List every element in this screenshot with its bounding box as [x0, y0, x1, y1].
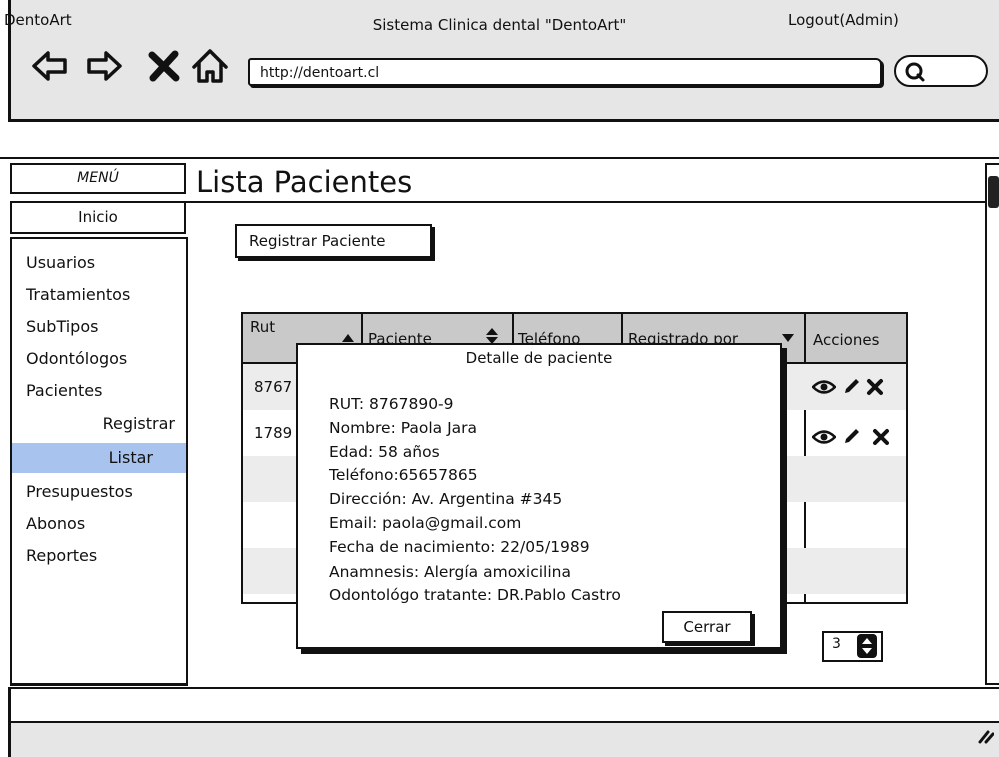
sort-toggle-icon[interactable] [486, 328, 498, 344]
detail-direccion: Dirección: Av. Argentina #345 [329, 490, 563, 508]
forward-arrow-icon[interactable] [84, 46, 124, 86]
detail-edad: Edad: 58 años [329, 443, 440, 461]
detail-fecha-nacimiento: Fecha de nacimiento: 22/05/1989 [329, 538, 590, 556]
page-title: Lista Pacientes [196, 165, 413, 199]
brand-label: DentoArt [4, 11, 72, 29]
sidebar-item-subtipos[interactable]: SubTipos [26, 314, 98, 340]
sidebar-item-registrar[interactable]: Registrar [30, 411, 177, 437]
sidebar-item-listar[interactable]: Listar [30, 445, 177, 471]
title-divider [186, 201, 986, 203]
view-eye-icon[interactable] [812, 378, 836, 396]
detail-telefono: Teléfono:65657865 [329, 466, 478, 484]
status-bar [8, 687, 999, 721]
detail-odontologo: Odontológo tratante: DR.Pablo Castro [329, 586, 621, 604]
column-header-rut[interactable]: Rut [250, 318, 275, 336]
register-patient-button[interactable]: Registrar Paciente [235, 224, 432, 258]
logout-link[interactable]: Logout(Admin) [788, 11, 899, 29]
page-stepper-value: 3 [832, 636, 841, 652]
home-icon[interactable] [190, 46, 230, 86]
stepper-arrows-icon[interactable] [857, 634, 877, 658]
menu-header: MENÚ [10, 163, 186, 194]
search-field[interactable] [894, 55, 988, 87]
search-icon [905, 62, 925, 82]
delete-x-icon[interactable] [866, 378, 884, 396]
sidebar-item-tratamientos[interactable]: Tratamientos [26, 282, 130, 308]
scrollbar-thumb[interactable] [988, 176, 999, 208]
sidebar-item-odontologos[interactable]: Odontólogos [26, 346, 127, 372]
sidebar-item-abonos[interactable]: Abonos [26, 511, 85, 537]
sort-up-icon[interactable] [342, 334, 354, 342]
delete-x-icon[interactable] [872, 428, 890, 446]
vertical-scrollbar[interactable] [985, 163, 999, 685]
modal-title: Detalle de paciente [465, 349, 613, 367]
cell-rut: 1789 [254, 424, 293, 442]
sidebar-item-reportes[interactable]: Reportes [26, 543, 97, 569]
edit-pencil-icon[interactable] [842, 426, 862, 446]
sidebar-item-usuarios[interactable]: Usuarios [26, 250, 95, 276]
close-button[interactable]: Cerrar [662, 611, 752, 643]
url-input[interactable]: http://dentoart.cl [248, 58, 882, 86]
detail-email: Email: paola@gmail.com [329, 514, 522, 532]
resize-grip-icon[interactable] [976, 726, 994, 744]
cell-rut: 8767 [254, 378, 293, 396]
browser-footer [8, 721, 999, 757]
app-topbar [0, 122, 999, 159]
detail-anamnesis: Anamnesis: Alergía amoxicilina [329, 563, 571, 581]
column-header-acciones: Acciones [813, 331, 880, 349]
patient-detail-modal: Detalle de paciente RUT: 8767890-9 Nombr… [296, 343, 782, 649]
sort-down-icon[interactable] [782, 334, 794, 342]
view-eye-icon[interactable] [812, 428, 836, 446]
sidebar-item-inicio[interactable]: Inicio [10, 201, 186, 234]
back-arrow-icon[interactable] [30, 46, 70, 86]
sidebar-item-presupuestos[interactable]: Presupuestos [26, 479, 133, 505]
edit-pencil-icon[interactable] [842, 376, 862, 396]
detail-rut: RUT: 8767890-9 [329, 395, 454, 413]
stop-x-icon[interactable] [144, 46, 184, 86]
detail-nombre: Nombre: Paola Jara [329, 419, 478, 437]
sidebar-item-pacientes[interactable]: Pacientes [26, 378, 102, 404]
